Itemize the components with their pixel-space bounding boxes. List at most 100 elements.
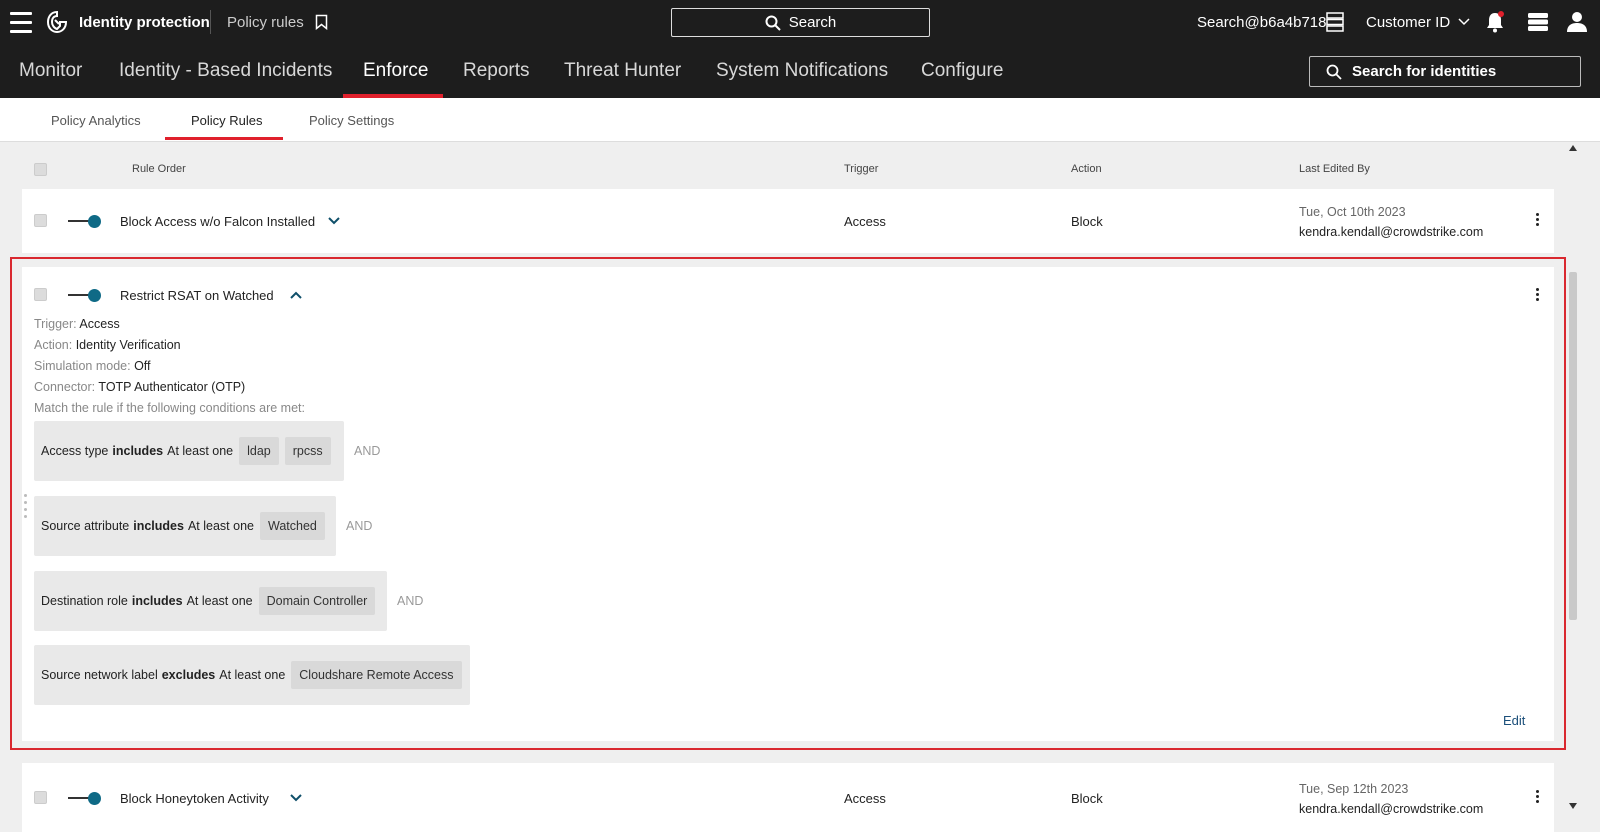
row-checkbox[interactable]	[34, 791, 47, 804]
detail-trigger-label: Trigger:	[34, 317, 77, 331]
menu-button[interactable]	[10, 0, 32, 44]
chevron-up-icon[interactable]	[289, 288, 303, 302]
header-action[interactable]: Action	[1071, 149, 1102, 189]
rule-enabled-toggle[interactable]	[68, 791, 102, 805]
detail-connector-value: TOTP Authenticator (OTP)	[98, 380, 246, 394]
user-avatar-icon[interactable]	[1565, 0, 1589, 44]
tab-policy-rules[interactable]: Policy Rules	[191, 98, 263, 142]
tab-monitor[interactable]: Monitor	[19, 44, 82, 98]
rule-name[interactable]: Block Access w/o Falcon Installed	[120, 189, 315, 253]
last-edited: Tue, Oct 10th 2023 kendra.kendall@crowds…	[1299, 205, 1483, 239]
edit-rule-link[interactable]: Edit	[1503, 713, 1525, 728]
chevron-down-icon[interactable]	[327, 214, 341, 228]
identity-search-input[interactable]: Search for identities	[1309, 56, 1581, 87]
active-subtab-indicator	[165, 137, 283, 140]
rule-action: Block	[1071, 790, 1103, 806]
select-all-checkbox[interactable]	[34, 162, 47, 176]
header-rule-order[interactable]: Rule Order	[132, 149, 186, 189]
rule-enabled-toggle[interactable]	[68, 288, 102, 302]
customer-id-label: Customer ID	[1366, 13, 1451, 31]
condition-block: Access type includes At least one ldap r…	[34, 421, 344, 481]
edited-date: Tue, Oct 10th 2023	[1299, 205, 1406, 219]
scroll-down-icon[interactable]	[1569, 803, 1577, 809]
condition-operator: includes	[133, 519, 184, 533]
more-options-icon[interactable]	[1536, 288, 1540, 301]
detail-simulation-label: Simulation mode:	[34, 359, 131, 373]
search-label: Search	[788, 14, 837, 31]
identity-search-placeholder: Search for identities	[1352, 63, 1497, 80]
header-last-edited[interactable]: Last Edited By	[1299, 149, 1370, 189]
condition-value-chip: Cloudshare Remote Access	[291, 661, 462, 689]
server-icon[interactable]	[1326, 0, 1344, 44]
detail-connector: Connector: TOTP Authenticator (OTP)	[34, 380, 245, 394]
condition-qualifier: At least one	[167, 444, 234, 458]
table-row: Block Access w/o Falcon Installed Access…	[22, 189, 1554, 253]
and-joiner: AND	[346, 519, 373, 533]
condition-value-chip: Watched	[259, 512, 325, 540]
tab-reports[interactable]: Reports	[463, 44, 530, 98]
user-name[interactable]: Search@b6a4b718	[1197, 0, 1327, 44]
table-row-expanded: Restrict RSAT on Watched Trigger: Access…	[22, 267, 1554, 741]
top-bar: Identity protection Policy rules Search …	[0, 0, 1600, 44]
chevron-down-icon	[1458, 18, 1470, 26]
tab-system-notifications[interactable]: System Notifications	[716, 44, 888, 98]
detail-trigger: Trigger: Access	[34, 317, 120, 331]
and-joiner: AND	[397, 594, 424, 608]
divider	[210, 10, 211, 34]
and-joiner: AND	[354, 444, 381, 458]
row-checkbox[interactable]	[34, 214, 47, 227]
condition-operator: excludes	[161, 668, 216, 682]
condition-block: Source attribute includes At least one W…	[34, 496, 336, 556]
tab-identity-based-incidents[interactable]: Identity - Based Incidents	[119, 44, 332, 98]
table-header: Rule Order Trigger Action Last Edited By	[22, 149, 1554, 189]
row-checkbox[interactable]	[34, 288, 47, 301]
sub-nav: Policy Analytics Policy Rules Policy Set…	[0, 98, 1600, 142]
condition-qualifier: At least one	[219, 668, 286, 682]
app-title: Identity protection	[79, 13, 210, 31]
search-icon	[1326, 64, 1342, 80]
rule-name[interactable]: Block Honeytoken Activity	[120, 783, 269, 813]
table-row: Block Honeytoken Activity Access Block T…	[22, 763, 1554, 832]
edited-email: kendra.kendall@crowdstrike.com	[1299, 225, 1484, 239]
drag-handle[interactable]	[22, 494, 28, 534]
tab-policy-analytics[interactable]: Policy Analytics	[51, 98, 141, 142]
chevron-down-icon[interactable]	[289, 791, 303, 805]
condition-qualifier: At least one	[187, 519, 254, 533]
condition-field: Destination role	[41, 594, 128, 608]
hamburger-icon	[10, 9, 32, 36]
detail-connector-label: Connector:	[34, 380, 96, 394]
falcon-logo-icon	[46, 0, 68, 44]
more-options-icon[interactable]	[1536, 790, 1540, 803]
bookmark-icon[interactable]	[315, 0, 328, 44]
detail-trigger-value: Access	[79, 317, 120, 331]
tab-enforce[interactable]: Enforce	[363, 44, 428, 98]
condition-qualifier: At least one	[186, 594, 253, 608]
condition-value-chip: Domain Controller	[258, 587, 376, 615]
more-options-icon[interactable]	[1536, 213, 1540, 226]
rule-name[interactable]: Restrict RSAT on Watched	[120, 280, 274, 310]
tab-policy-settings[interactable]: Policy Settings	[309, 98, 394, 142]
detail-action-label: Action:	[34, 338, 73, 352]
rule-action: Block	[1071, 213, 1103, 229]
rule-enabled-toggle[interactable]	[68, 214, 102, 228]
detail-action: Action: Identity Verification	[34, 338, 181, 352]
tab-configure[interactable]: Configure	[921, 44, 1003, 98]
stack-icon[interactable]	[1527, 0, 1549, 44]
last-edited: Tue, Sep 12th 2023 kendra.kendall@crowds…	[1299, 782, 1483, 816]
edited-date: Tue, Sep 12th 2023	[1299, 782, 1409, 796]
condition-field: Source attribute	[41, 519, 130, 533]
condition-operator: includes	[112, 444, 164, 458]
rule-trigger: Access	[844, 213, 886, 229]
customer-id-dropdown[interactable]: Customer ID	[1366, 0, 1470, 44]
scroll-thumb[interactable]	[1569, 272, 1577, 620]
edited-email: kendra.kendall@crowdstrike.com	[1299, 802, 1484, 816]
breadcrumb: Policy rules	[227, 13, 304, 31]
condition-block: Destination role includes At least one D…	[34, 571, 387, 631]
notification-bell-icon[interactable]	[1485, 0, 1505, 44]
tab-threat-hunter[interactable]: Threat Hunter	[564, 44, 681, 98]
match-text: Match the rule if the following conditio…	[34, 401, 305, 415]
main-nav: Monitor Identity - Based Incidents Enfor…	[0, 44, 1600, 98]
header-trigger[interactable]: Trigger	[844, 149, 878, 189]
scroll-up-icon[interactable]	[1569, 145, 1577, 151]
global-search-button[interactable]: Search	[671, 8, 930, 37]
